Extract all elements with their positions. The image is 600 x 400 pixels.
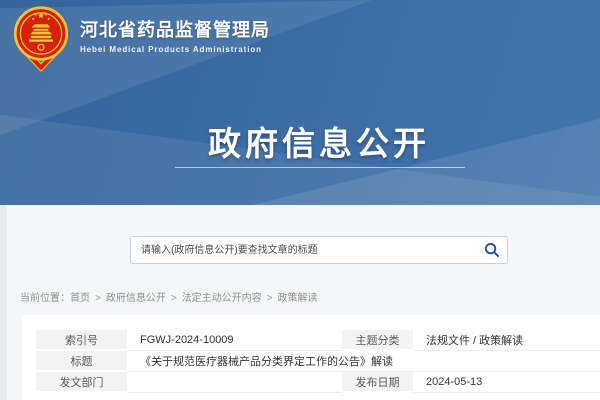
breadcrumb-item-info-disclosure[interactable]: 政府信息公开 [106,293,166,304]
table-row-title: 标题 《关于规范医疗器械产品分类界定工作的公告》解读 [36,351,600,372]
site-name-english: Hebei Medical Products Administration [80,45,270,54]
search-button[interactable] [477,237,507,263]
breadcrumb-separator: > [267,293,273,304]
document-detail-card: 索引号 FGWJ-2024-10009 主题分类 法规文件 / 政策解读 标题 … [22,315,600,400]
breadcrumb-item-policy-interpretation: 政策解读 [278,293,318,304]
table-row-index-category: 索引号 FGWJ-2024-10009 主题分类 法规文件 / 政策解读 [36,330,600,351]
page: 河北省药品监督管理局 Hebei Medical Products Admini… [0,0,600,400]
breadcrumb-prefix: 当前位置： [20,293,70,304]
index-number-label: 索引号 [36,330,127,351]
site-logo-home-link[interactable]: 河北省药品监督管理局 Hebei Medical Products Admini… [13,5,270,73]
subject-category-label: 主题分类 [342,330,413,351]
breadcrumb-separator: > [171,293,177,304]
site-name-block: 河北省药品监督管理局 Hebei Medical Products Admini… [80,5,270,54]
publish-date-value: 2024-05-13 [413,372,600,393]
issuing-department-value [127,372,342,393]
index-number-value: FGWJ-2024-10009 [127,330,342,351]
table-row-department-date: 发文部门 发布日期 2024-05-13 [36,372,600,393]
title-label: 标题 [36,351,127,372]
document-title-value: 《关于规范医疗器械产品分类界定工作的公告》解读 [127,351,600,372]
china-national-emblem-icon [13,5,69,73]
document-meta-table: 索引号 FGWJ-2024-10009 主题分类 法规文件 / 政策解读 标题 … [36,330,600,393]
breadcrumb: 当前位置：首页 > 政府信息公开 > 法定主动公开内容 > 政策解读 [20,289,318,304]
issuing-department-label: 发文部门 [36,372,127,393]
publish-date-label: 发布日期 [342,372,413,393]
title-underline-divider [175,167,465,168]
page-title: 政府信息公开 [0,117,600,165]
hero-banner: 河北省药品监督管理局 Hebei Medical Products Admini… [0,0,600,205]
subject-category-value: 法规文件 / 政策解读 [413,330,600,351]
search-box [130,236,508,264]
site-name-chinese: 河北省药品监督管理局 [80,19,270,41]
breadcrumb-item-statutory-disclosure[interactable]: 法定主动公开内容 [182,293,262,304]
search-input[interactable] [131,237,477,263]
breadcrumb-item-home[interactable]: 首页 [70,293,90,304]
breadcrumb-separator: > [95,293,101,304]
search-icon [484,242,500,258]
page-edge-strip [0,205,7,400]
